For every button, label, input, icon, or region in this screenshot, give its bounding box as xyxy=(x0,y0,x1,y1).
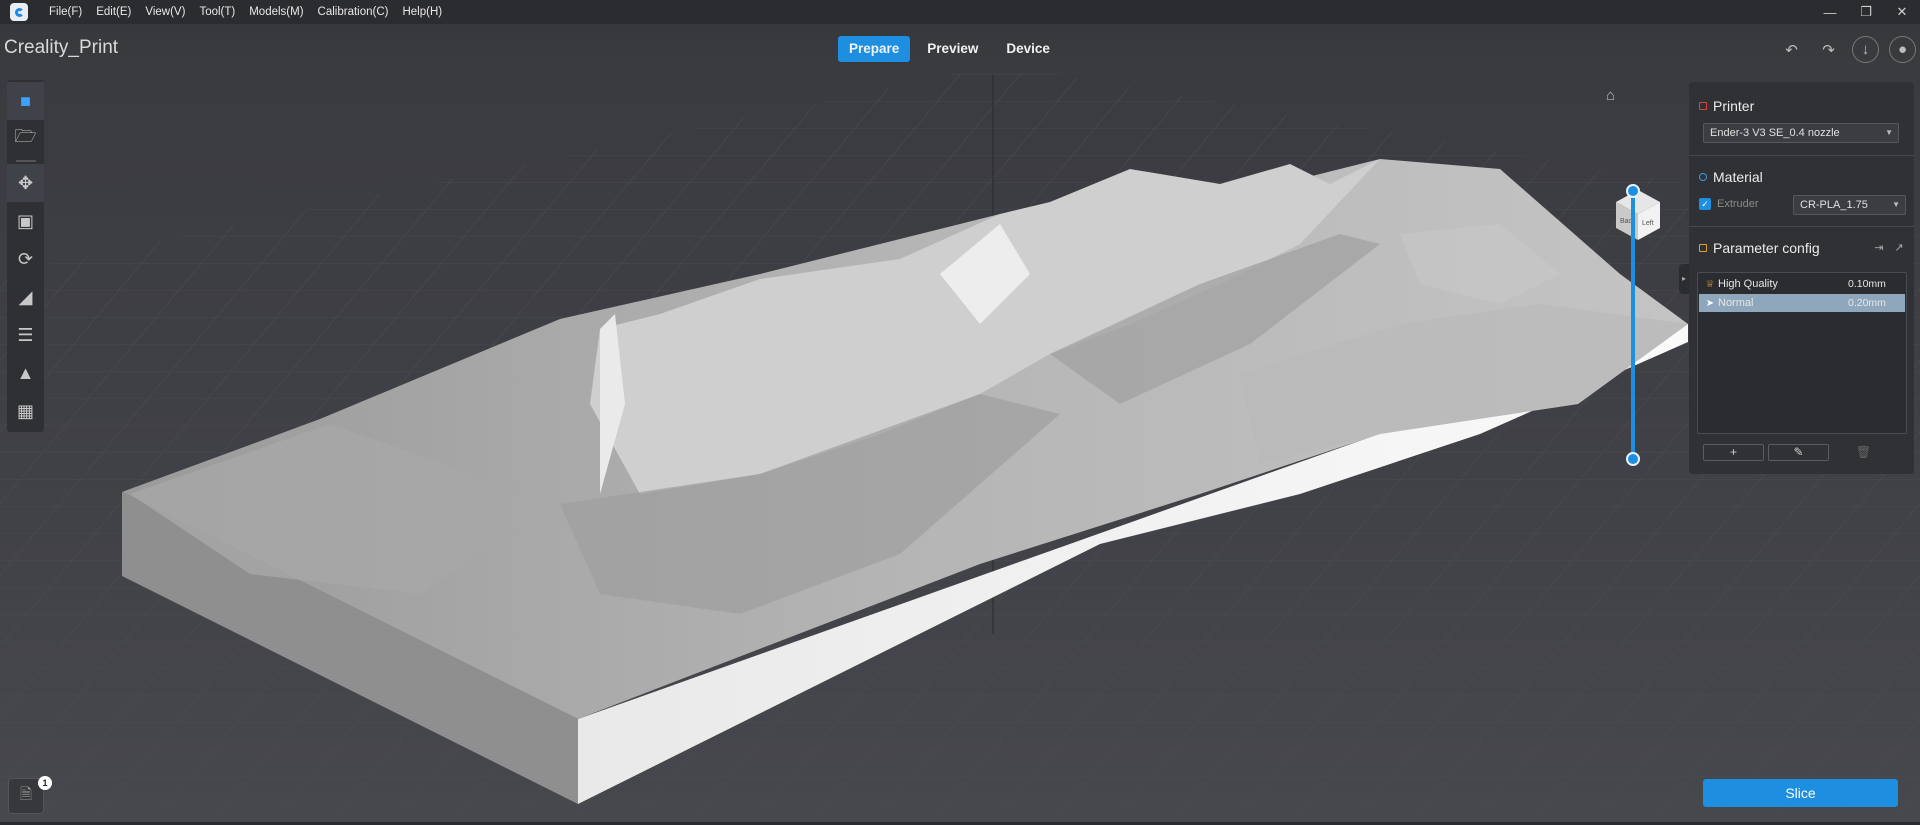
creality-logo-icon xyxy=(10,3,28,21)
lay-on-face-icon[interactable]: ◢ xyxy=(7,278,44,316)
material-icon xyxy=(1699,173,1707,181)
menu-help[interactable]: Help(H) xyxy=(395,0,449,24)
layer-range-slider[interactable] xyxy=(1626,184,1640,466)
printer-select-value: Ender-3 V3 SE_0.4 nozzle xyxy=(1710,127,1840,139)
collapse-panel-icon[interactable]: ▸ xyxy=(1679,264,1689,294)
slice-button[interactable]: Slice xyxy=(1703,779,1898,807)
title-bar: File(F) Edit(E) View(V) Tool(T) Models(M… xyxy=(0,0,1920,24)
tab-prepare[interactable]: Prepare xyxy=(838,36,911,62)
support-icon[interactable]: ▲ xyxy=(7,354,44,392)
edit-profile-button[interactable]: ✎ xyxy=(1768,444,1829,461)
divider xyxy=(1689,155,1914,156)
menu-calibration[interactable]: Calibration(C) xyxy=(311,0,396,24)
more-tools-icon[interactable]: ▦ xyxy=(7,392,44,430)
extruder-checkbox[interactable]: ✓ xyxy=(1699,198,1711,210)
slider-bottom-handle[interactable] xyxy=(1626,452,1640,466)
scale-icon[interactable]: ▣ xyxy=(7,202,44,240)
profile-list: ♕ High Quality 0.10mm ➤ Normal 0.20mm xyxy=(1697,272,1907,434)
material-section-header: Material xyxy=(1689,169,1914,185)
download-icon[interactable]: ↓ xyxy=(1852,36,1879,63)
close-icon[interactable]: ✕ xyxy=(1884,0,1920,24)
menu-bar: File(F) Edit(E) View(V) Tool(T) Models(M… xyxy=(42,0,449,24)
user-avatar-icon[interactable]: ● xyxy=(1889,36,1916,63)
add-profile-button[interactable]: + xyxy=(1703,444,1764,461)
rocket-icon: ➤ xyxy=(1705,297,1715,309)
profile-actions: + ✎ 🗑 xyxy=(1703,444,1894,461)
profile-layer-height: 0.20mm xyxy=(1848,297,1886,309)
profile-layer-height: 0.10mm xyxy=(1848,278,1886,290)
delete-profile-button: 🗑 xyxy=(1855,445,1872,459)
material-select[interactable]: CR-PLA_1.75 ▼ xyxy=(1793,195,1906,215)
object-list-icon[interactable]: ☰ xyxy=(7,316,44,354)
restore-icon[interactable]: ❐ xyxy=(1848,0,1884,24)
menu-file[interactable]: File(F) xyxy=(42,0,89,24)
extruder-label: Extruder xyxy=(1717,198,1759,210)
material-title: Material xyxy=(1713,169,1763,185)
app-window: File(F) Edit(E) View(V) Tool(T) Models(M… xyxy=(0,0,1920,825)
chevron-down-icon: ▼ xyxy=(1885,128,1893,137)
left-toolbar: ■ 🗁 ✥ ▣ ⟳ ◢ ☰ ▲ ▦ xyxy=(7,80,44,432)
move-icon[interactable]: ✥ xyxy=(7,164,44,202)
open-folder-icon[interactable]: 🗁 xyxy=(7,120,44,158)
menu-tool[interactable]: Tool(T) xyxy=(192,0,242,24)
mode-tabs: Prepare Preview Device xyxy=(838,36,1061,62)
slider-top-handle[interactable] xyxy=(1626,184,1640,198)
menu-models[interactable]: Models(M) xyxy=(242,0,310,24)
menu-view[interactable]: View(V) xyxy=(138,0,192,24)
rotate-icon[interactable]: ⟳ xyxy=(7,240,44,278)
parameter-config-title: Parameter config xyxy=(1713,240,1820,256)
add-model-cube-icon[interactable]: ■ xyxy=(7,82,44,120)
divider xyxy=(1689,226,1914,227)
redo-icon[interactable]: ↷ xyxy=(1815,36,1842,63)
undo-icon[interactable]: ↶ xyxy=(1778,36,1805,63)
window-controls: — ❐ ✕ xyxy=(1812,0,1920,24)
minimize-icon[interactable]: — xyxy=(1812,0,1848,24)
parameter-config-icon xyxy=(1699,244,1707,252)
printer-select[interactable]: Ender-3 V3 SE_0.4 nozzle ▼ xyxy=(1703,123,1899,143)
project-title: Creality_Print xyxy=(4,37,119,58)
printer-title: Printer xyxy=(1713,98,1755,114)
material-select-value: CR-PLA_1.75 xyxy=(1800,199,1868,211)
profile-name: High Quality xyxy=(1718,278,1778,290)
printer-icon xyxy=(1699,102,1707,110)
tab-preview[interactable]: Preview xyxy=(916,36,989,62)
menu-edit[interactable]: Edit(E) xyxy=(89,0,138,24)
header-actions: ↶ ↷ ↓ ● xyxy=(1778,36,1916,63)
top-header: Creality_Print Prepare Preview Device ↶ … xyxy=(0,24,1920,74)
settings-panel: Printer Ender-3 V3 SE_0.4 nozzle ▼ Mater… xyxy=(1689,82,1914,474)
import-profile-icon[interactable]: ⇥ xyxy=(1871,240,1887,256)
tab-device[interactable]: Device xyxy=(995,36,1061,62)
crown-icon: ♕ xyxy=(1705,278,1715,290)
file-count-badge: 1 xyxy=(38,776,52,790)
profile-row-high-quality[interactable]: ♕ High Quality 0.10mm xyxy=(1699,275,1905,293)
view-cube-left[interactable]: Left xyxy=(1642,220,1654,227)
slider-track[interactable] xyxy=(1631,190,1635,458)
home-icon[interactable]: ⌂ xyxy=(1606,87,1615,104)
chevron-down-icon: ▼ xyxy=(1892,200,1900,209)
export-profile-icon[interactable]: ↗ xyxy=(1891,240,1907,256)
toolbar-divider xyxy=(15,160,36,162)
profile-name: Normal xyxy=(1718,297,1754,309)
printer-section-header: Printer xyxy=(1689,98,1914,114)
profile-row-normal[interactable]: ➤ Normal 0.20mm xyxy=(1699,294,1905,312)
